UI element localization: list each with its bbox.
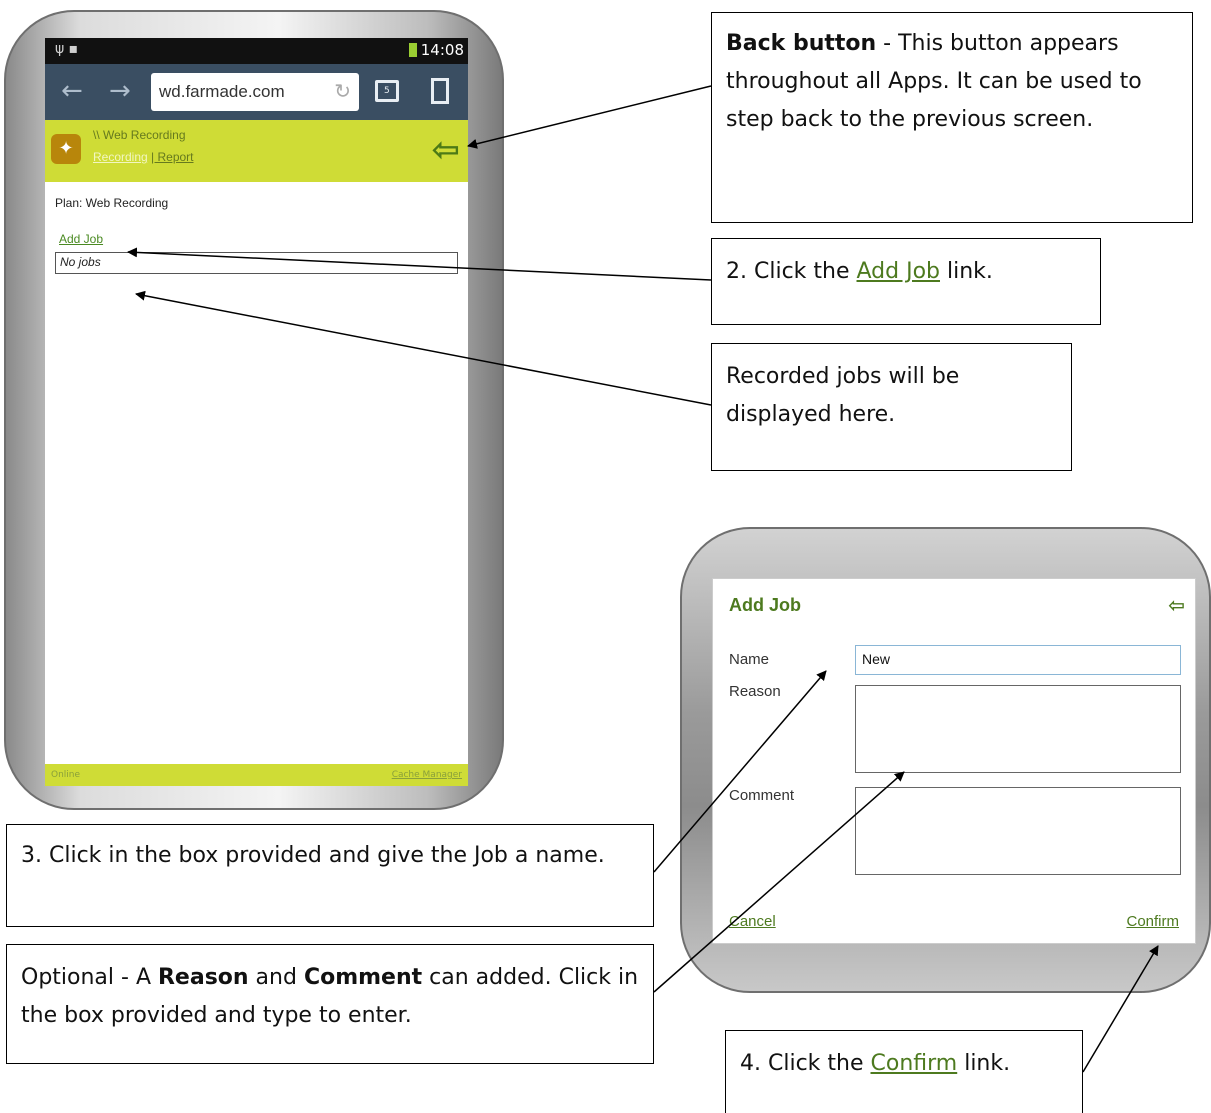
- arrow-back-button: [467, 85, 712, 149]
- arrow-reason-field: [653, 771, 905, 993]
- arrow-recorded-jobs: [135, 290, 712, 406]
- annotation-arrows: [127, 85, 1159, 1073]
- arrow-confirm-link: [1082, 945, 1159, 1073]
- arrow-add-job: [127, 247, 712, 281]
- arrow-name-field: [653, 670, 827, 873]
